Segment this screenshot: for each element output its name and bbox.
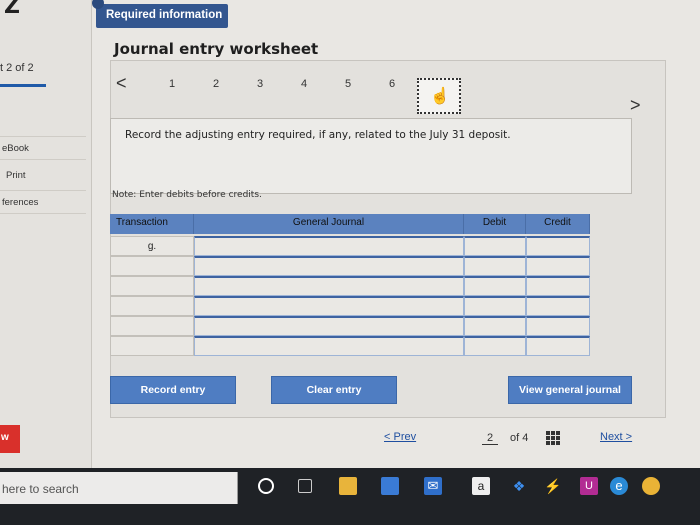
table-row: [110, 336, 590, 356]
next-page-link[interactable]: Next >: [600, 431, 632, 443]
task-view-icon[interactable]: [298, 479, 312, 493]
office-icon[interactable]: U: [580, 477, 598, 495]
table-row: [110, 256, 590, 276]
entry-tab-4[interactable]: 4: [294, 78, 314, 90]
account-select[interactable]: [194, 256, 464, 276]
cortana-icon[interactable]: [258, 478, 274, 494]
entry-navigator: < 1 2 3 4 5 6 ☝ >: [112, 70, 672, 114]
transaction-cell: [110, 336, 194, 356]
table-row: [110, 276, 590, 296]
required-information-tab[interactable]: Required information: [92, 0, 228, 28]
debit-input[interactable]: [464, 256, 526, 276]
entry-tab-3[interactable]: 3: [250, 78, 270, 90]
view-general-journal-button[interactable]: View general journal: [508, 376, 632, 404]
header-credit: Credit: [526, 214, 590, 234]
part-progress-bar: [0, 84, 46, 87]
page-title: Journal entry worksheet: [114, 40, 319, 58]
grid-icon[interactable]: [546, 431, 560, 445]
clear-entry-button[interactable]: Clear entry: [271, 376, 397, 404]
file-explorer-icon[interactable]: [339, 477, 357, 495]
account-select[interactable]: [194, 276, 464, 296]
account-select[interactable]: [194, 336, 464, 356]
windows-taskbar: here to search ✉ a ❖ ⚡ U e: [0, 468, 700, 525]
note-text: Note: Enter debits before credits.: [112, 190, 262, 200]
debit-input[interactable]: [464, 336, 526, 356]
dropbox-icon[interactable]: ❖: [510, 477, 528, 495]
spark-icon[interactable]: ⚡: [544, 477, 562, 495]
search-placeholder: here to search: [2, 482, 79, 496]
account-select[interactable]: [194, 236, 464, 256]
table-row: g.: [110, 236, 590, 256]
entry-tab-1[interactable]: 1: [162, 78, 182, 90]
transaction-cell: [110, 276, 194, 296]
taskbar-search-box[interactable]: here to search: [0, 472, 238, 504]
debit-input[interactable]: [464, 276, 526, 296]
edge-icon[interactable]: e: [610, 477, 628, 495]
chevron-right-icon[interactable]: >: [630, 96, 641, 114]
references-link[interactable]: ferences: [0, 190, 86, 214]
entry-tab-5[interactable]: 5: [338, 78, 358, 90]
instruction-text: Record the adjusting entry required, if …: [125, 129, 511, 141]
record-entry-button[interactable]: Record entry: [110, 376, 236, 404]
worksheet-panel: Required information Journal entry works…: [92, 0, 700, 468]
credit-input[interactable]: [526, 256, 590, 276]
credit-input[interactable]: [526, 276, 590, 296]
journal-header-row: Transaction General Journal Debit Credit: [110, 214, 590, 234]
credit-input[interactable]: [526, 236, 590, 256]
entry-tab-2[interactable]: 2: [206, 78, 226, 90]
credit-input[interactable]: [526, 336, 590, 356]
red-side-tab[interactable]: w: [0, 425, 20, 453]
header-transaction: Transaction: [110, 214, 194, 234]
print-link[interactable]: Print: [0, 164, 86, 188]
account-select[interactable]: [194, 296, 464, 316]
ebook-link[interactable]: eBook: [0, 136, 86, 160]
debit-input[interactable]: [464, 236, 526, 256]
amazon-icon[interactable]: a: [472, 477, 490, 495]
current-page-number[interactable]: 2: [482, 432, 498, 445]
left-sidebar: Z t 2 of 2 eBook Print ferences w: [0, 0, 92, 468]
logo-mark: Z: [4, 0, 20, 19]
credit-input[interactable]: [526, 296, 590, 316]
hand-pointer-icon: ☝: [430, 88, 450, 105]
credit-input[interactable]: [526, 316, 590, 336]
transaction-cell: [110, 316, 194, 336]
transaction-cell: [110, 296, 194, 316]
chrome-icon[interactable]: [642, 477, 660, 495]
required-tab-label: Required information: [106, 9, 223, 21]
table-row: [110, 316, 590, 336]
page-total: of 4: [510, 432, 529, 444]
table-row: [110, 296, 590, 316]
part-indicator: t 2 of 2: [0, 62, 34, 74]
header-debit: Debit: [464, 214, 526, 234]
debit-input[interactable]: [464, 316, 526, 336]
info-dot-icon: [92, 0, 104, 9]
chevron-left-icon[interactable]: <: [116, 74, 127, 92]
debit-input[interactable]: [464, 296, 526, 316]
account-select[interactable]: [194, 316, 464, 336]
entry-tab-7-selected[interactable]: ☝: [417, 78, 461, 114]
store-icon[interactable]: [381, 477, 399, 495]
mail-icon[interactable]: ✉: [424, 477, 442, 495]
entry-tab-6[interactable]: 6: [382, 78, 402, 90]
prev-page-link[interactable]: < Prev: [384, 431, 416, 443]
instruction-box: Record the adjusting entry required, if …: [110, 118, 632, 194]
header-general-journal: General Journal: [194, 214, 464, 234]
transaction-cell: g.: [110, 236, 194, 256]
transaction-cell: [110, 256, 194, 276]
